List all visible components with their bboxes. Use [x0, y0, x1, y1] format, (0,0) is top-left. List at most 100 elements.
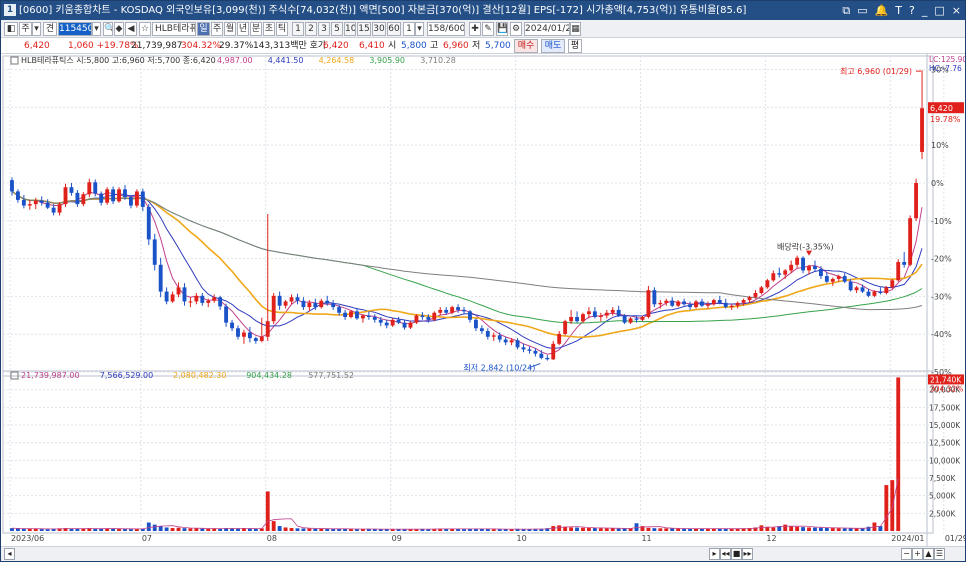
candle-body — [331, 303, 336, 308]
candle-body — [503, 339, 508, 343]
candle-body — [914, 182, 919, 219]
date-input[interactable]: 2024/01/29 — [524, 22, 570, 36]
candle-body — [640, 316, 645, 320]
period-year-tab[interactable]: 년 — [237, 22, 249, 36]
stock-chart[interactable]: 30%20%10%0%-10%-20%-30%-40%-50% 20,000K1… — [1, 54, 965, 546]
save-icon[interactable]: 💾 — [496, 22, 508, 36]
volume-bar — [682, 528, 687, 531]
price-tick-label: 10% — [931, 141, 949, 150]
fullscreen-icon[interactable]: ☰ — [934, 548, 945, 560]
interval-input[interactable]: 1 — [403, 22, 415, 36]
close-icon[interactable]: × — [952, 1, 961, 20]
window-title: [0600] 키움종합차트 - KOSDAQ 외국인보유[3,099(천)] 주… — [19, 5, 747, 16]
candle-body — [51, 207, 56, 213]
period-week-tab[interactable]: 주 — [211, 22, 223, 36]
play-icon[interactable]: ▸ — [709, 548, 720, 560]
volume-bar — [688, 528, 692, 531]
help-icon[interactable]: ? — [909, 1, 915, 20]
volume-bar — [242, 528, 246, 531]
font-size-icon[interactable]: T — [895, 1, 902, 20]
title-bar: 1 [0600] 키움종합차트 - KOSDAQ 외국인보유[3,099(천)]… — [1, 1, 965, 20]
ma-legend-value: 4,987.00 — [217, 56, 253, 65]
period-second-tab[interactable]: 초 — [263, 22, 275, 36]
chevron-down-icon[interactable]: ▾ — [415, 22, 424, 36]
candle-body — [253, 338, 258, 341]
candle-body — [771, 273, 776, 281]
chevron-down-icon[interactable]: ▾ — [32, 22, 41, 36]
equalize-button[interactable]: 평 — [568, 39, 582, 53]
interval-button[interactable]: 30 — [372, 22, 386, 36]
candle-body — [360, 315, 365, 319]
candle-body — [301, 300, 306, 308]
volume-tick-label: 7,500K — [929, 474, 956, 483]
ma-legend-value: 3,710.28 — [420, 56, 456, 65]
lock-icon[interactable]: ◆ — [114, 22, 124, 36]
interval-button[interactable]: 3 — [318, 22, 330, 36]
volume-bar — [45, 529, 50, 531]
minimize-icon[interactable]: _ — [922, 1, 928, 20]
volume-bar — [123, 529, 127, 531]
candle-body — [456, 307, 461, 310]
indicator-icon[interactable]: ✚ — [469, 22, 481, 36]
high-price: 6,960 — [443, 41, 469, 51]
volume-bar — [622, 528, 627, 531]
period-day-tab[interactable]: 일 — [197, 22, 210, 36]
zoom-in-icon[interactable]: + — [912, 548, 923, 560]
candle-body — [378, 319, 383, 323]
candle-body — [355, 311, 359, 319]
volume-bar — [456, 529, 461, 531]
scroll-left-icon[interactable]: ◂ — [4, 548, 15, 560]
period-select[interactable]: 주 — [19, 22, 32, 36]
search-type-button[interactable]: 견 — [43, 22, 57, 36]
sell-button[interactable]: 매도 — [541, 39, 565, 53]
gear-icon[interactable]: ⚙ — [510, 22, 522, 36]
chevron-down-icon[interactable]: ▾ — [92, 22, 101, 36]
maximize-icon[interactable]: □ — [934, 1, 944, 20]
stock-name-field[interactable]: HLB테라퓨 — [152, 22, 196, 36]
volume-legend-value: 577,751.52 — [308, 371, 354, 380]
interval-button[interactable]: 60 — [387, 22, 401, 36]
candle-body — [777, 273, 782, 275]
candle-body — [539, 353, 544, 358]
fit-icon[interactable]: ▲ — [923, 548, 934, 560]
bell-icon[interactable]: 🔔 — [875, 1, 889, 20]
candle-body — [813, 266, 817, 270]
candle-body — [129, 197, 133, 206]
toggle-icon[interactable]: ◧ — [4, 22, 18, 36]
restore-icon[interactable]: ▭ — [857, 1, 867, 20]
link-icon[interactable]: ⧉ — [842, 1, 850, 20]
drawing-icon[interactable]: ✎ — [482, 22, 494, 36]
candle-body — [515, 340, 520, 348]
interval-button[interactable]: 5 — [331, 22, 343, 36]
candle-body — [521, 347, 526, 350]
interval-button[interactable]: 2 — [305, 22, 317, 36]
period-month-tab[interactable]: 월 — [224, 22, 236, 36]
interval-button[interactable]: 10 — [344, 22, 356, 36]
interval-button[interactable]: 15 — [357, 22, 371, 36]
rewind-icon[interactable]: ◂◂ — [720, 548, 731, 560]
period-tick-tab[interactable]: 틱 — [276, 22, 288, 36]
volume-bar — [801, 527, 805, 531]
stock-code-input[interactable]: 115450 — [58, 22, 92, 36]
volume-bar — [271, 521, 276, 531]
zoom-out-icon[interactable]: − — [901, 548, 912, 560]
period-minute-tab[interactable]: 분 — [250, 22, 262, 36]
buy-button[interactable]: 매수 — [514, 39, 538, 53]
volume-tick-label: 12,500K — [929, 439, 961, 448]
price-tick-label: -20% — [931, 255, 952, 264]
candle-body — [432, 312, 437, 320]
volume-bar — [158, 526, 163, 531]
prev-next-icon[interactable]: ◀ — [125, 22, 137, 36]
interval-button[interactable]: 1 — [292, 22, 304, 36]
forward-icon[interactable]: ▸▸ — [742, 548, 753, 560]
candle-body — [545, 357, 550, 360]
calendar-icon[interactable]: ▦ — [570, 22, 581, 36]
candle-body — [759, 287, 764, 294]
scroll-bar[interactable]: ◂ ▸ ◂◂ ■ ▸▸ − + ▲ ☰ — [1, 546, 965, 561]
ma-legend-value: 4,441.50 — [268, 56, 304, 65]
search-icon[interactable]: 🔍 — [103, 22, 113, 36]
favorite-icon[interactable]: ☆ — [139, 22, 151, 36]
stop-icon[interactable]: ■ — [731, 548, 742, 560]
candle-count-input[interactable]: 158/600 — [427, 22, 465, 36]
candle-body — [890, 280, 895, 288]
